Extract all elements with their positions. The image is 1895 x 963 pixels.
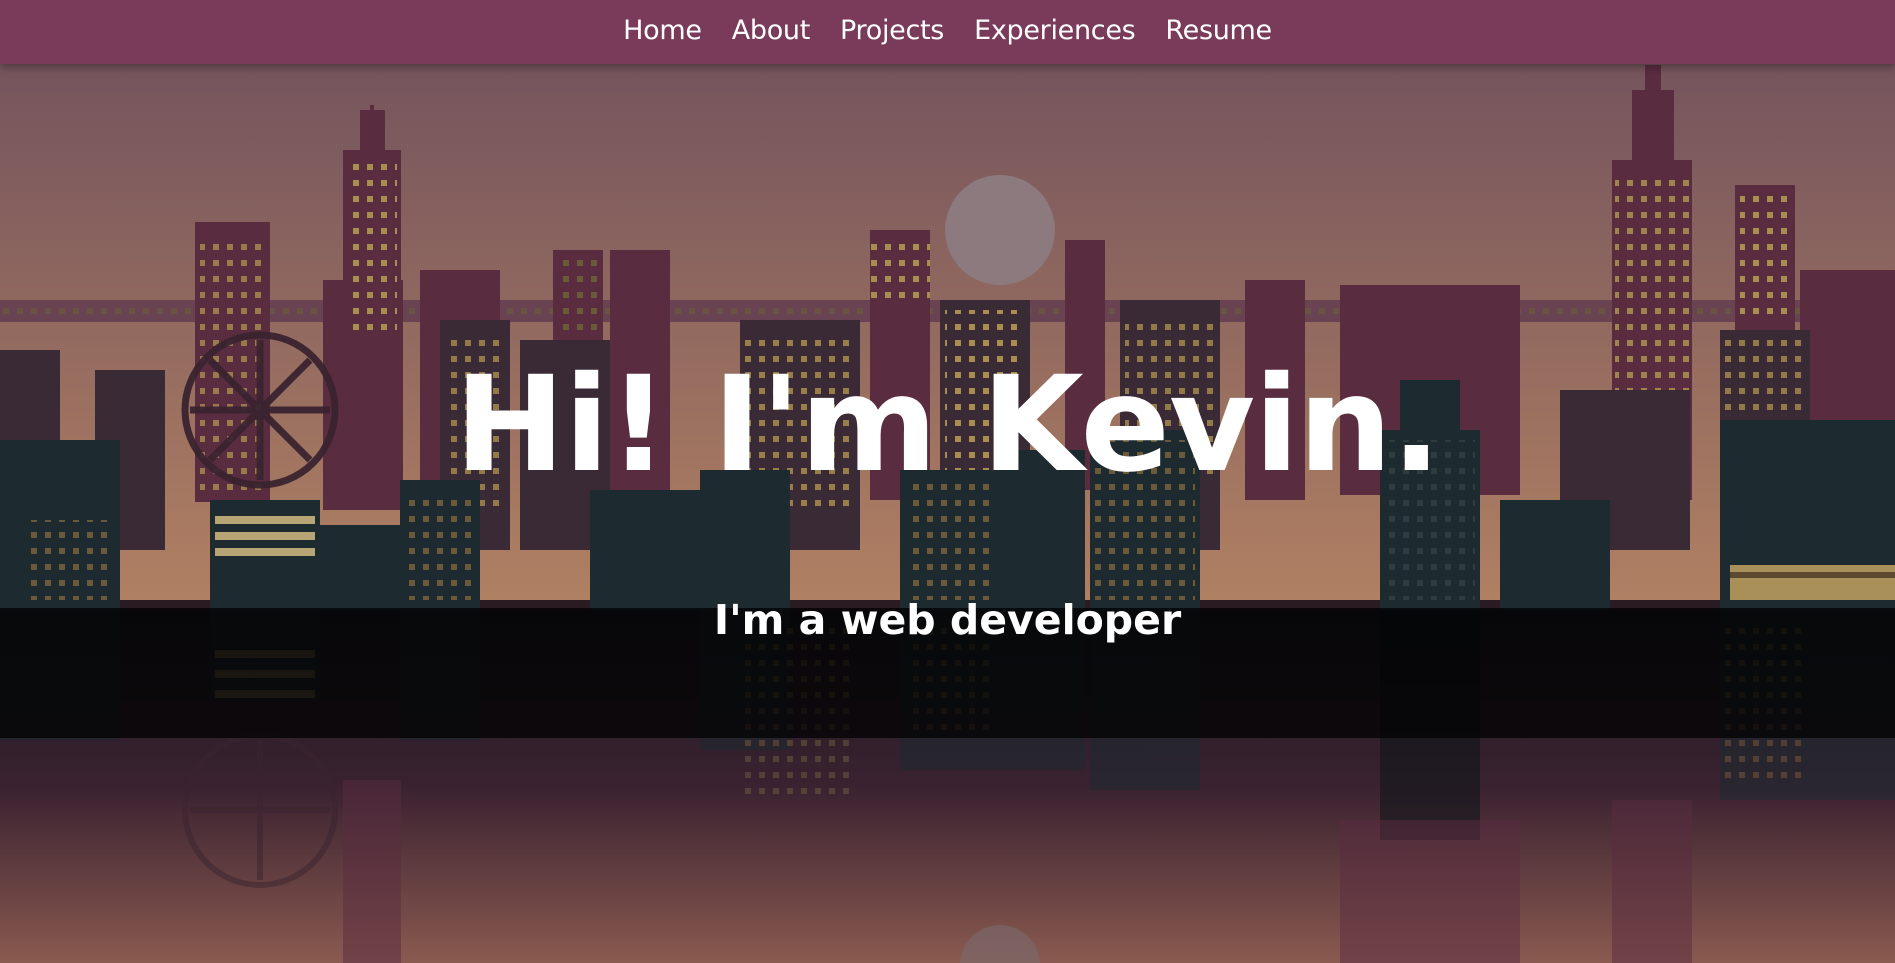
nav-link-projects[interactable]: Projects bbox=[825, 15, 959, 46]
nav-link-resume[interactable]: Resume bbox=[1150, 15, 1286, 46]
hero-section: Hi! I'm Kevin. I'm a web developer bbox=[0, 0, 1895, 963]
nav-link-about[interactable]: About bbox=[717, 15, 825, 46]
hero-title: Hi! I'm Kevin. bbox=[454, 348, 1442, 502]
nav-menu: Home About Projects Experiences Resume bbox=[608, 15, 1287, 50]
nav-link-experiences[interactable]: Experiences bbox=[959, 15, 1150, 46]
top-navbar: Home About Projects Experiences Resume bbox=[0, 0, 1895, 64]
hero-subtitle: I'm a web developer bbox=[713, 596, 1182, 644]
nav-link-home[interactable]: Home bbox=[608, 15, 717, 46]
